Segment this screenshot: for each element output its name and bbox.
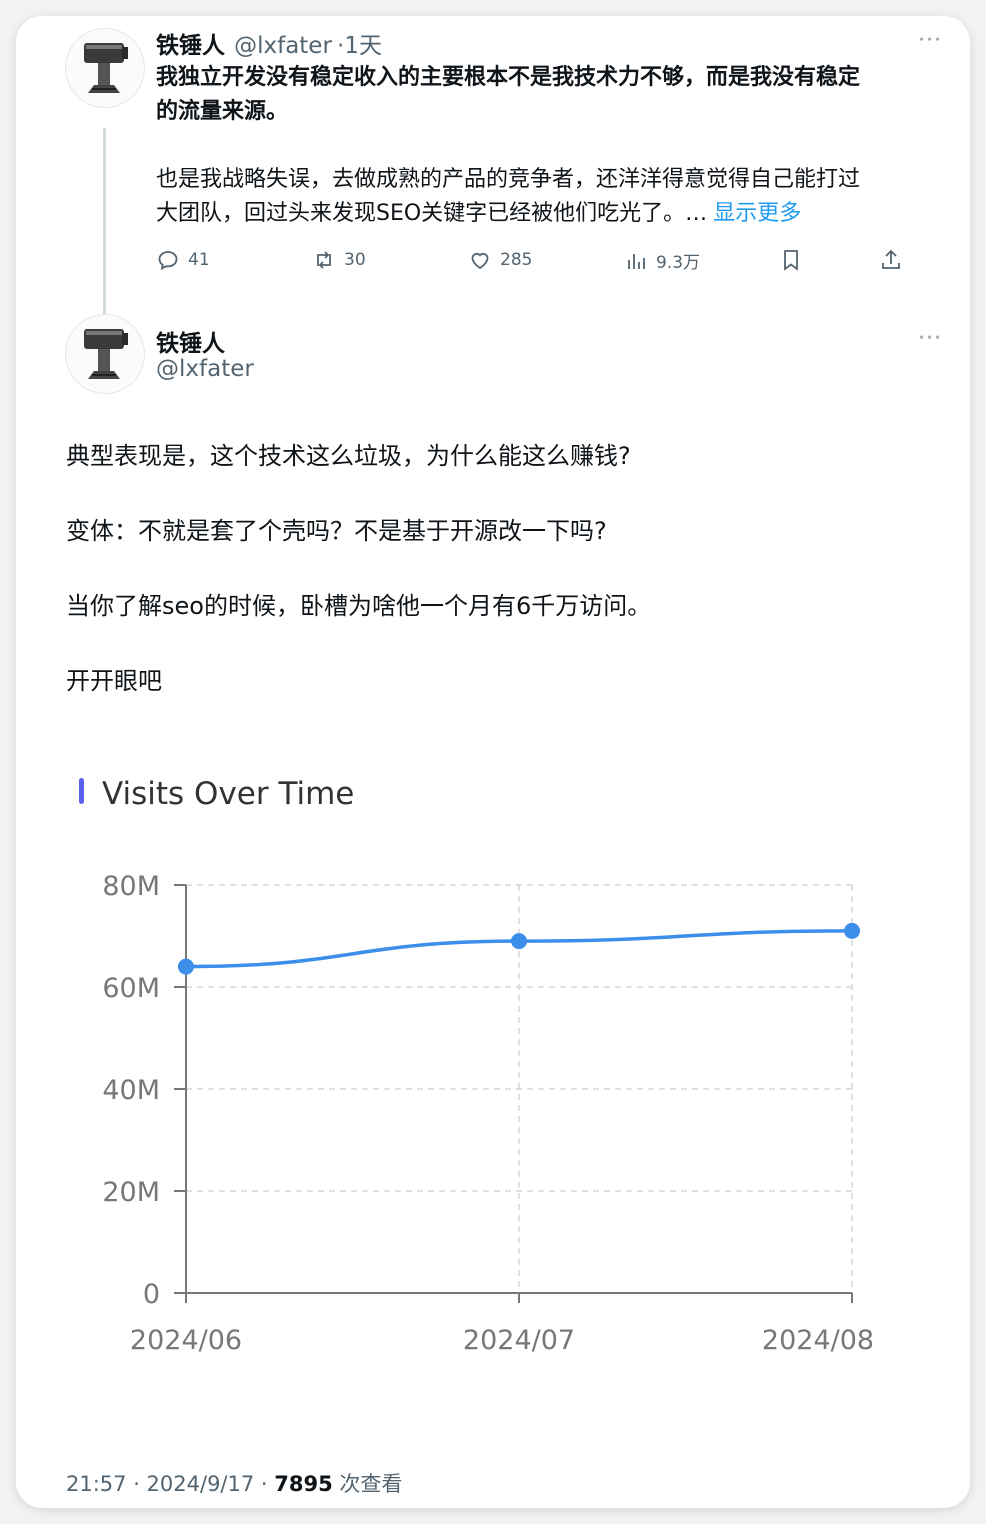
heart-icon: [471, 252, 489, 270]
quoted-text-line1: 我独立开发没有稳定收入的主要根本不是我技术力不够，而是我没有稳定: [156, 65, 861, 90]
show-more-link[interactable]: 显示更多: [713, 201, 801, 226]
quoted-header: 铁锤人 @lxfater ·1天: [156, 26, 382, 60]
post-paragraph: 当你了解seo的时候，卧槽为啥他一个月有6千万访问。: [66, 592, 652, 620]
quoted-text-line4-wrap: 大团队，回过头来发现SEO关键字已经被他们吃光了。… 显示更多: [156, 197, 801, 231]
like-count: 285: [500, 250, 533, 270]
bar-chart-icon: [628, 253, 645, 269]
hammer-avatar-icon: [84, 43, 128, 93]
quoted-text-line4: 大团队，回过头来发现SEO关键字已经被他们吃光了。…: [156, 201, 708, 226]
author-handle[interactable]: @lxfater: [156, 356, 254, 382]
post-paragraph: 典型表现是，这个技术这么垃圾，为什么能这么赚钱?: [66, 442, 631, 470]
total-views: 7895: [274, 1472, 333, 1496]
repost-button[interactable]: 30: [312, 248, 366, 272]
more-options-icon[interactable]: ···: [918, 28, 942, 53]
author-handle[interactable]: @lxfater: [234, 33, 332, 59]
data-point: [178, 958, 194, 975]
share-button[interactable]: [879, 248, 903, 272]
visits-chart: Visits Over Time 0 20M 40M 60M 80M 2024/06 2024…: [79, 776, 874, 1356]
post-timestamp[interactable]: 21:57 · 2024/9/17 ·: [66, 1472, 274, 1496]
view-count: 9.3万: [656, 253, 701, 273]
post-meta: 21:57 · 2024/9/17 · 7895 次查看: [66, 1468, 402, 1498]
quoted-text-line3: 也是我战略失误，去做成熟的产品的竞争者，还洋洋得意觉得自己能打过: [156, 167, 861, 192]
chart-title: Visits Over Time: [102, 776, 354, 812]
more-options-icon[interactable]: ···: [918, 326, 942, 351]
bookmark-icon: [784, 250, 798, 271]
post-paragraph: 开开眼吧: [66, 667, 162, 695]
y-tick-label: 80M: [102, 871, 160, 902]
tweet-card: 铁锤人 @lxfater ·1天 ··· 我独立开发没有稳定收入的主要根本不是我…: [16, 16, 970, 1508]
repost-count: 30: [344, 250, 366, 270]
avatar[interactable]: [65, 314, 145, 394]
post-paragraph: 变体：不就是套了个壳吗？不是基于开源改一下吗?: [66, 517, 607, 545]
x-tick-label: 2024/08: [762, 1325, 874, 1356]
bookmark-button[interactable]: [779, 248, 803, 272]
like-button[interactable]: 285: [468, 248, 532, 272]
thread-line: [103, 128, 106, 324]
hammer-avatar-icon: [84, 329, 128, 379]
avatar[interactable]: [65, 28, 145, 108]
post-time[interactable]: ·1天: [337, 33, 382, 59]
repost-icon: [317, 251, 331, 269]
x-tick-label: 2024/07: [463, 1325, 575, 1356]
quoted-text-line2: 的流量来源。: [156, 99, 289, 124]
data-point: [511, 933, 527, 950]
reply-icon: [158, 251, 178, 271]
attached-image[interactable]: Visits Over Time 0 20M 40M 60M 80M 2024/06 2024…: [66, 742, 946, 1422]
reply-count: 41: [188, 250, 210, 270]
y-tick-label: 20M: [102, 1177, 160, 1208]
y-tick-label: 60M: [102, 973, 160, 1004]
views-label: 次查看: [332, 1472, 403, 1496]
chart-title-accent: [79, 778, 84, 804]
reply-button[interactable]: 41: [156, 248, 210, 272]
y-tick-label: 0: [143, 1279, 160, 1310]
share-icon: [882, 249, 900, 269]
author-name[interactable]: 铁锤人: [156, 33, 225, 59]
x-tick-label: 2024/06: [130, 1325, 242, 1356]
y-tick-label: 40M: [102, 1075, 160, 1106]
views-button[interactable]: 9.3万: [624, 248, 700, 273]
data-point: [844, 922, 860, 939]
author-name[interactable]: 铁锤人: [156, 324, 225, 358]
